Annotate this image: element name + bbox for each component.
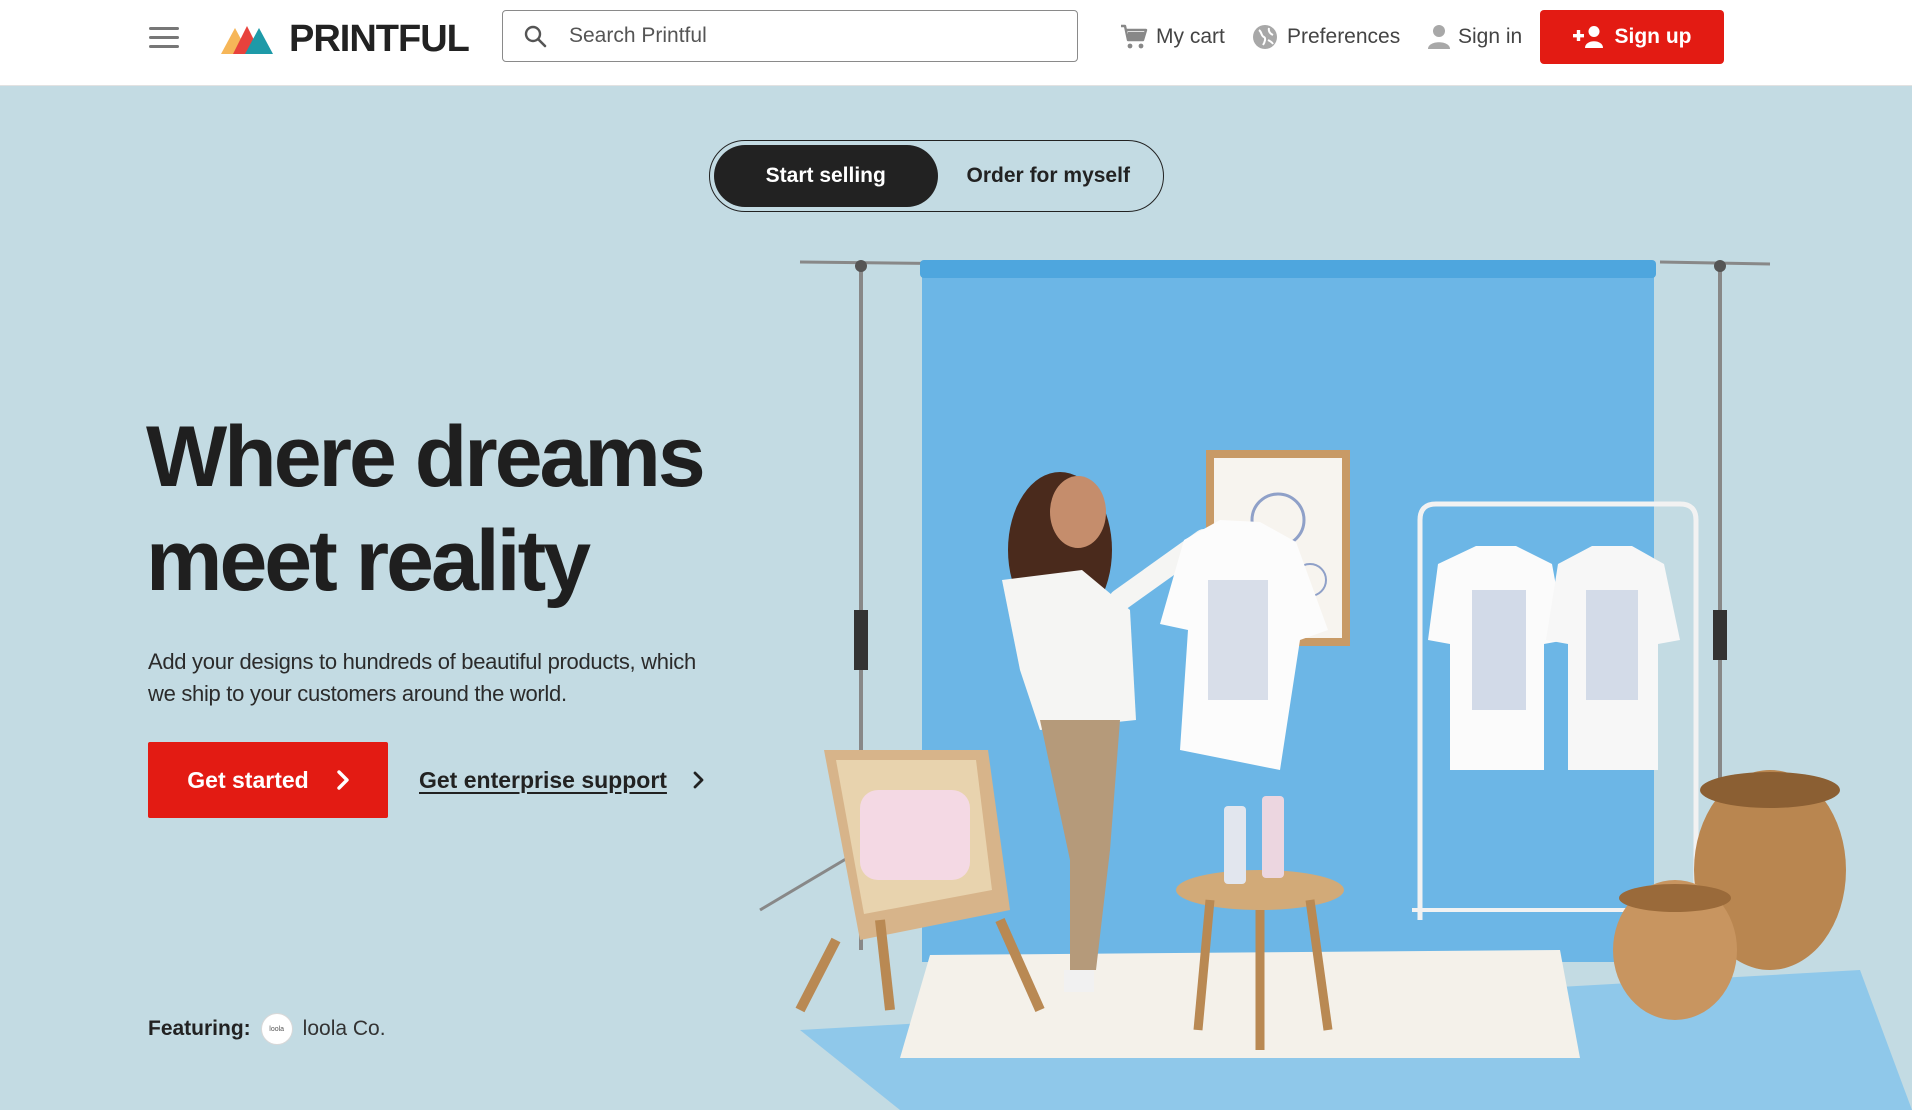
hero-title-line-2: meet reality [146,513,591,609]
featuring-credit: Featuring: loola loola Co. [148,1013,386,1045]
featuring-label: Featuring: [148,1017,251,1040]
hero-subtitle: Add your designs to hundreds of beautifu… [148,649,696,706]
enterprise-support-link[interactable]: Get enterprise support [419,764,704,796]
get-started-button[interactable]: Get started [148,742,388,818]
sign-up-label: Sign up [1614,25,1692,48]
shopping-cart-icon [1121,24,1148,49]
audience-toggle: Start selling Order for myself [709,140,1164,212]
printful-logo[interactable]: PRINTFUL [221,17,470,60]
featured-brand-logo-text: loola [269,1025,285,1033]
pink-pillow [860,790,970,880]
get-started-label: Get started [187,766,309,793]
tab-order-for-myself[interactable]: Order for myself [938,145,1160,207]
featured-brand-name[interactable]: loola Co. [303,1017,386,1041]
brand-name: PRINTFUL [289,17,470,60]
hero-photo-scene [759,260,1912,1110]
sign-in-link[interactable]: Sign in [1428,19,1522,55]
hamburger-menu-icon[interactable] [149,27,179,51]
rug [900,950,1580,1058]
sign-up-button[interactable]: Sign up [1540,10,1724,64]
printful-mountain-icon [221,26,273,54]
sign-in-label: Sign in [1458,25,1523,48]
globe-icon [1253,25,1277,49]
preferences-label: Preferences [1287,25,1401,48]
featured-brand-logo: loola [260,1013,293,1045]
tab-start-selling[interactable]: Start selling [714,145,938,207]
cart-label: My cart [1156,25,1225,48]
add-user-icon [1572,26,1603,48]
user-icon [1428,25,1450,49]
search-icon [524,25,547,48]
search-input[interactable] [567,23,1031,49]
search-bar[interactable] [502,10,1078,62]
enterprise-support-label: Get enterprise support [419,766,667,793]
cart-link[interactable]: My cart [1120,19,1225,55]
chevron-right-icon [693,771,704,789]
right-light-stand [1659,260,1771,830]
chevron-right-icon [337,770,349,790]
hero-title: Where dreams meet reality [146,405,746,613]
hero-title-line-1: Where dreams [146,409,706,505]
preferences-link[interactable]: Preferences [1251,19,1400,55]
site-header: PRINTFUL My cart Preferences Sign in [0,0,1912,86]
